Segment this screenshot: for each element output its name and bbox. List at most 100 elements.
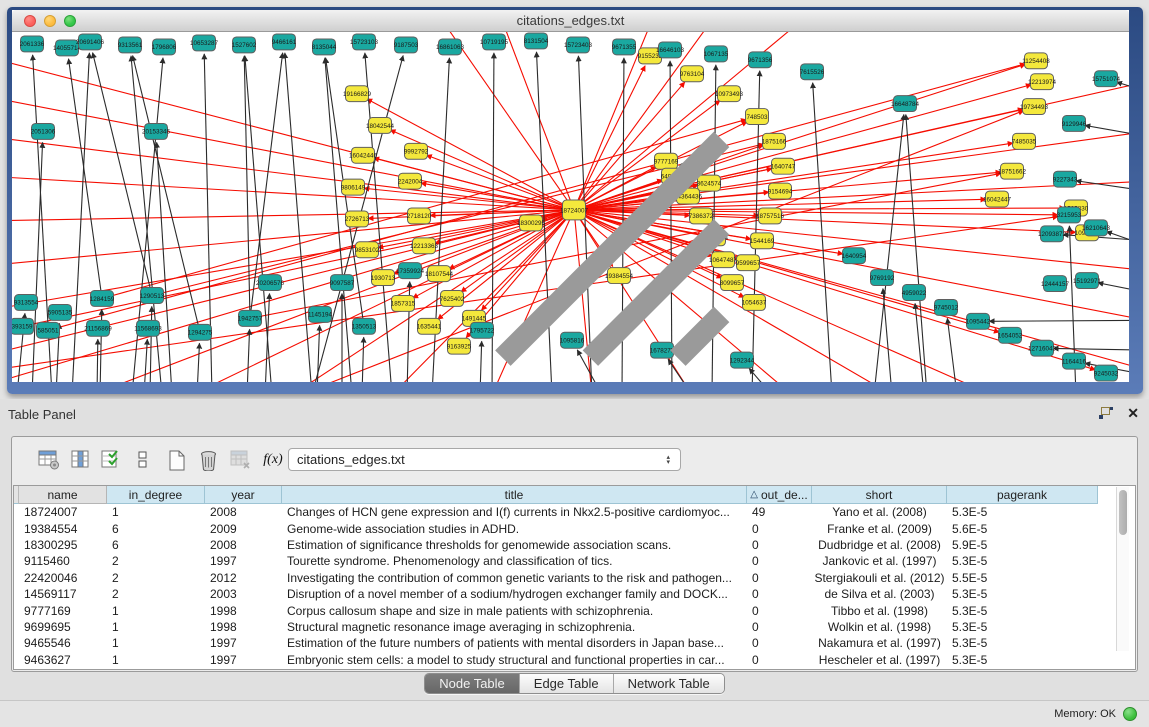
- table-row[interactable]: 1456911722003Disruption of a novel membe…: [14, 586, 1135, 602]
- tab-network-table[interactable]: Network Table: [614, 674, 724, 693]
- table-cell[interactable]: 2012: [205, 570, 282, 586]
- table-row[interactable]: 1938455462009Genome-wide association stu…: [14, 520, 1135, 536]
- table-cell[interactable]: 0: [747, 570, 812, 586]
- scrollbar-thumb[interactable]: [1119, 490, 1127, 535]
- table-cell[interactable]: 2: [107, 586, 205, 602]
- tab-node-table[interactable]: Node Table: [425, 674, 520, 693]
- table-cell[interactable]: Tourette syndrome. Phenomenology and cla…: [282, 553, 747, 569]
- table-cell[interactable]: 5.3E-5: [947, 635, 1098, 651]
- table-cell[interactable]: 0: [747, 537, 812, 553]
- row-height-button[interactable]: [130, 447, 156, 473]
- table-cell[interactable]: 1: [107, 504, 205, 520]
- minimize-light-icon[interactable]: [44, 15, 56, 27]
- table-cell[interactable]: 1: [107, 602, 205, 618]
- table-cell[interactable]: Yano et al. (2008): [812, 504, 947, 520]
- select-checks-button[interactable]: [98, 447, 124, 473]
- table-cell[interactable]: 5.3E-5: [947, 652, 1098, 668]
- table-cell[interactable]: Corpus callosum shape and size in male p…: [282, 602, 747, 618]
- table-cell[interactable]: 0: [747, 635, 812, 651]
- table-cell[interactable]: 0: [747, 602, 812, 618]
- table-row[interactable]: 1830029562008Estimation of significance …: [14, 537, 1135, 553]
- function-builder-button[interactable]: f(x): [260, 447, 286, 473]
- window-resize-grip[interactable]: [12, 32, 1127, 380]
- column-header-year[interactable]: year: [205, 486, 282, 504]
- network-window-titlebar[interactable]: citations_edges.txt: [12, 10, 1129, 32]
- table-cell[interactable]: Jankovic et al. (1997): [812, 553, 947, 569]
- table-cell[interactable]: Changes of HCN gene expression and I(f) …: [282, 504, 747, 520]
- table-cell[interactable]: 14569117: [19, 586, 107, 602]
- table-cell[interactable]: Nakamura et al. (1997): [812, 635, 947, 651]
- table-cell[interactable]: 22420046: [19, 570, 107, 586]
- table-cell[interactable]: 0: [747, 520, 812, 536]
- table-cell[interactable]: 9699695: [19, 619, 107, 635]
- table-cell[interactable]: 5.3E-5: [947, 553, 1098, 569]
- table-cell[interactable]: 2008: [205, 504, 282, 520]
- table-cell[interactable]: Estimation of the future numbers of pati…: [282, 635, 747, 651]
- table-cell[interactable]: 0: [747, 652, 812, 668]
- table-cell[interactable]: 5.3E-5: [947, 504, 1098, 520]
- table-cell[interactable]: 9463627: [19, 652, 107, 668]
- table-selector-dropdown[interactable]: citations_edges.txt ▴▾: [288, 448, 681, 471]
- table-cell[interactable]: 6: [107, 537, 205, 553]
- table-cell[interactable]: 1998: [205, 602, 282, 618]
- close-icon[interactable]: ✕: [1127, 407, 1139, 419]
- zoom-light-icon[interactable]: [64, 15, 76, 27]
- table-cell[interactable]: 1997: [205, 553, 282, 569]
- table-cell[interactable]: 1998: [205, 619, 282, 635]
- table-vertical-scrollbar[interactable]: [1116, 487, 1129, 651]
- column-header-pagerank[interactable]: pagerank: [947, 486, 1098, 504]
- network-canvas[interactable]: 1916682918042544160424469806149272671398…: [12, 32, 1129, 382]
- close-light-icon[interactable]: [24, 15, 36, 27]
- tab-edge-table[interactable]: Edge Table: [520, 674, 614, 693]
- table-cell[interactable]: 2: [107, 570, 205, 586]
- table-cell[interactable]: Stergiakouli et al. (2012): [812, 570, 947, 586]
- table-cell[interactable]: 0: [747, 553, 812, 569]
- table-cell[interactable]: 5.3E-5: [947, 586, 1098, 602]
- table-cell[interactable]: de Silva et al. (2003): [812, 586, 947, 602]
- column-header-out_de[interactable]: △out_de...: [747, 486, 812, 504]
- table-cell[interactable]: 5.3E-5: [947, 619, 1098, 635]
- column-header-short[interactable]: short: [812, 486, 947, 504]
- table-cell[interactable]: Structural magnetic resonance image aver…: [282, 619, 747, 635]
- table-cell[interactable]: 2009: [205, 520, 282, 536]
- table-cell[interactable]: 5.5E-5: [947, 570, 1098, 586]
- table-row[interactable]: 969969511998Structural magnetic resonanc…: [14, 619, 1135, 635]
- table-cell[interactable]: 18724007: [19, 504, 107, 520]
- table-cell[interactable]: 1: [107, 652, 205, 668]
- table-cell[interactable]: Franke et al. (2009): [812, 520, 947, 536]
- table-row[interactable]: 946362711997Embryonic stem cells: a mode…: [14, 652, 1135, 668]
- new-document-button[interactable]: [164, 447, 190, 473]
- table-row[interactable]: 2242004622012Investigating the contribut…: [14, 570, 1135, 586]
- table-cell[interactable]: 1997: [205, 652, 282, 668]
- table-cell[interactable]: 9115460: [19, 553, 107, 569]
- table-cell[interactable]: Disruption of a novel member of a sodium…: [282, 586, 747, 602]
- table-settings-button[interactable]: [36, 447, 62, 473]
- table-cell[interactable]: 9777169: [19, 602, 107, 618]
- table-cell[interactable]: 2003: [205, 586, 282, 602]
- table-cell[interactable]: 1997: [205, 635, 282, 651]
- table-cell[interactable]: Tibbo et al. (1998): [812, 602, 947, 618]
- table-cell[interactable]: 0: [747, 586, 812, 602]
- delete-trash-button[interactable]: [195, 447, 221, 473]
- table-cell[interactable]: 2: [107, 553, 205, 569]
- table-cell[interactable]: Embryonic stem cells: a model to study s…: [282, 652, 747, 668]
- table-cell[interactable]: Hescheler et al. (1997): [812, 652, 947, 668]
- table-cell[interactable]: Estimation of significance thresholds fo…: [282, 537, 747, 553]
- table-cell[interactable]: 1: [107, 635, 205, 651]
- table-cell[interactable]: 5.3E-5: [947, 602, 1098, 618]
- table-cell[interactable]: Genome-wide association studies in ADHD.: [282, 520, 747, 536]
- column-header-title[interactable]: title: [282, 486, 747, 504]
- table-row[interactable]: 946554611997Estimation of the future num…: [14, 635, 1135, 651]
- table-cell[interactable]: 2008: [205, 537, 282, 553]
- show-columns-button[interactable]: [68, 447, 94, 473]
- float-window-icon[interactable]: [1099, 407, 1113, 419]
- column-header-name[interactable]: name: [19, 486, 107, 504]
- column-header-in_degree[interactable]: in_degree: [107, 486, 205, 504]
- table-cell[interactable]: Investigating the contribution of common…: [282, 570, 747, 586]
- table-cell[interactable]: Wolkin et al. (1998): [812, 619, 947, 635]
- table-cell[interactable]: 5.9E-5: [947, 537, 1098, 553]
- table-cell[interactable]: Dudbridge et al. (2008): [812, 537, 947, 553]
- table-row[interactable]: 911546021997Tourette syndrome. Phenomeno…: [14, 553, 1135, 569]
- table-cell[interactable]: 18300295: [19, 537, 107, 553]
- table-cell[interactable]: 6: [107, 520, 205, 536]
